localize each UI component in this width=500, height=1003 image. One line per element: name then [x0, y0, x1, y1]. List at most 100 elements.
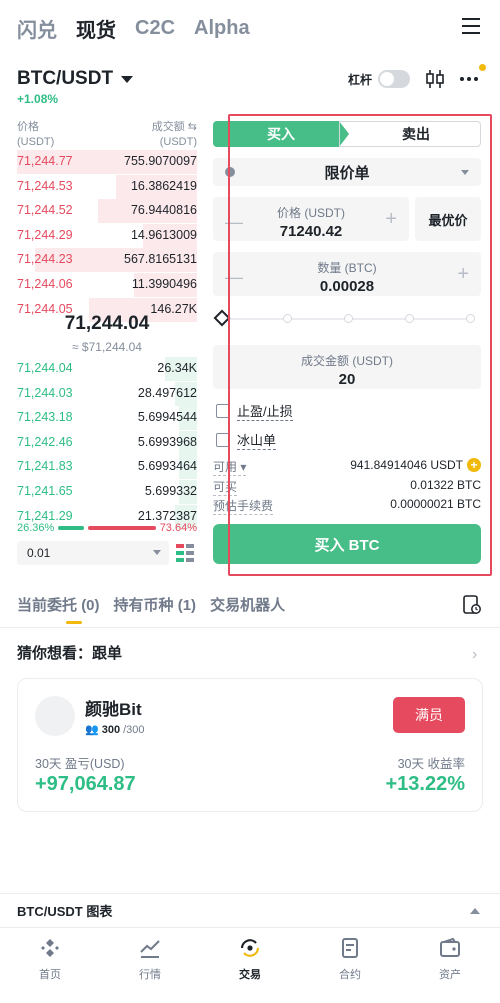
row-amount: 28.497612	[137, 385, 197, 400]
row-amount: 26.34K	[157, 361, 197, 375]
buy-ratio-bar	[58, 526, 85, 530]
bid-row[interactable]: 71,244.03 28.497612	[17, 381, 197, 406]
swap-arrows-icon[interactable]: ⇆	[188, 121, 197, 133]
tab-c2c[interactable]: C2C	[135, 17, 175, 40]
leverage-toggle[interactable]	[378, 70, 411, 88]
pair-symbol: BTC/USDT	[17, 68, 114, 89]
bid-row[interactable]: 71,242.46 5.6993968	[17, 430, 197, 455]
sell-ratio: 73.64%	[159, 522, 197, 534]
nav-futures[interactable]: 合约	[300, 928, 400, 1003]
copy-trade-heading[interactable]: 猜你想看：跟单	[17, 642, 122, 663]
active-tab-underline	[66, 621, 82, 624]
ask-row[interactable]: 71,244.52 76.9440816	[17, 199, 197, 224]
chevron-right-icon[interactable]: ›	[472, 646, 477, 664]
row-price: 71,242.46	[17, 434, 73, 449]
wallet-icon	[440, 937, 460, 957]
last-price-usd: ≈ $71,244.04	[72, 340, 142, 354]
row-price: 71,241.83	[17, 459, 73, 474]
leverage-label: 杠杆	[348, 72, 373, 87]
tab-swap[interactable]: 闪兑	[17, 14, 57, 43]
markets-icon	[140, 940, 160, 958]
row-price: 71,244.52	[17, 203, 73, 218]
row-amount: 755.9070097	[124, 154, 197, 168]
ask-row[interactable]: 71,244.29 14.9613009	[17, 223, 197, 248]
nav-assets[interactable]: 资产	[400, 928, 500, 1003]
row-price: 71,244.29	[17, 227, 73, 242]
nav-trade[interactable]: 交易	[200, 928, 300, 1003]
row-amount: 16.3862419	[130, 178, 197, 193]
row-amount: 567.8165131	[124, 252, 197, 267]
row-price: 71,243.18	[17, 410, 73, 425]
row-amount: 5.699332	[144, 484, 197, 498]
tab-alpha[interactable]: Alpha	[194, 17, 250, 40]
orderbook-header: 价格 (USDT) 成交额 ⇆ (USDT)	[17, 120, 197, 150]
chart-bar-label: BTC/USDT 图表	[17, 904, 113, 919]
chart-toggle-bar[interactable]: BTC/USDT 图表	[0, 893, 500, 927]
bid-row[interactable]: 71,241.65 5.699332	[17, 480, 197, 504]
tab-holdings[interactable]: 持有币种 (1)	[114, 594, 197, 615]
precision-value: 0.01	[27, 546, 51, 560]
row-price: 71,241.29	[17, 508, 73, 523]
highlight-box	[228, 114, 492, 576]
avatar	[35, 696, 75, 736]
hamburger-menu-icon[interactable]	[462, 18, 480, 34]
row-amount: 21.372387	[137, 508, 197, 523]
ask-row[interactable]: 71,244.53 16.3862419	[17, 174, 197, 199]
bid-row[interactable]: 71,241.83 5.6993464	[17, 455, 197, 480]
row-price: 71,244.23	[17, 252, 73, 267]
nav-home[interactable]: 首页	[0, 928, 100, 1003]
buy-ratio: 26.36%	[17, 522, 55, 534]
row-price: 71,244.77	[17, 154, 73, 168]
chevron-down-icon	[153, 550, 161, 555]
trader-name[interactable]: 颜驰Bit	[85, 695, 142, 720]
row-price: 71,244.03	[17, 385, 73, 400]
price-change: +1.08%	[17, 92, 59, 106]
divider	[0, 627, 500, 628]
amount-header: 成交额	[151, 121, 185, 133]
pnl-value: +97,064.87	[35, 773, 136, 795]
pnl-label: 30天 盈亏(USD)	[35, 757, 125, 771]
home-icon	[41, 939, 59, 957]
top-nav: 闪兑 现货 C2C Alpha	[17, 10, 250, 46]
row-amount: 14.9613009	[130, 227, 197, 242]
ask-row[interactable]: 71,244.77 755.9070097	[17, 150, 197, 174]
sell-ratio-bar	[88, 526, 156, 530]
orders-tabs: 当前委托 (0) 持有币种 (1) 交易机器人	[17, 594, 285, 615]
tab-trading-bots[interactable]: 交易机器人	[210, 594, 285, 615]
candlestick-chart-icon[interactable]	[425, 68, 445, 90]
row-amount: 5.6993464	[137, 459, 197, 474]
row-amount: 11.3990496	[131, 277, 197, 291]
amount-unit: (USDT)	[159, 136, 197, 148]
roi-value: +13.22%	[385, 773, 465, 795]
pair-selector[interactable]: BTC/USDT	[17, 68, 134, 90]
buy-sell-ratio: 26.36% 73.64%	[17, 522, 197, 534]
ask-row[interactable]: 71,244.06 11.3990496	[17, 273, 197, 297]
row-amount: 5.6994544	[137, 410, 197, 425]
full-button[interactable]: 满员	[393, 697, 465, 733]
bid-row[interactable]: 71,244.04 26.34K	[17, 357, 197, 381]
row-price: 71,244.04	[17, 361, 73, 375]
row-amount: 5.6993968	[137, 434, 197, 449]
row-price: 71,244.53	[17, 178, 73, 193]
bid-row[interactable]: 71,243.18 5.6994544	[17, 406, 197, 431]
people-icon: 👥	[85, 724, 99, 736]
order-history-icon[interactable]	[463, 595, 481, 615]
bottom-nav: 首页 行情 交易 合约 资产	[0, 927, 500, 1003]
trader-card[interactable]: 颜驰Bit 👥 300/300 满员 30天 盈亏(USD) +97,064.8…	[17, 678, 483, 812]
orderbook-layout-icon[interactable]	[176, 544, 194, 562]
more-options-icon[interactable]	[460, 77, 478, 81]
futures-icon	[342, 938, 358, 958]
ask-row[interactable]: 71,244.23 567.8165131	[17, 248, 197, 273]
caret-down-icon	[121, 75, 134, 83]
roi-label: 30天 收益率	[397, 757, 465, 771]
tab-open-orders[interactable]: 当前委托 (0)	[17, 594, 100, 615]
precision-select[interactable]: 0.01	[17, 541, 169, 565]
last-price[interactable]: 71,244.04	[17, 313, 197, 335]
notification-dot	[479, 64, 486, 71]
row-amount: 76.9440816	[130, 203, 197, 218]
row-price: 71,244.06	[17, 277, 73, 291]
tab-spot[interactable]: 现货	[76, 14, 116, 43]
row-price: 71,241.65	[17, 484, 73, 498]
caret-up-icon	[470, 908, 480, 914]
nav-markets[interactable]: 行情	[100, 928, 200, 1003]
